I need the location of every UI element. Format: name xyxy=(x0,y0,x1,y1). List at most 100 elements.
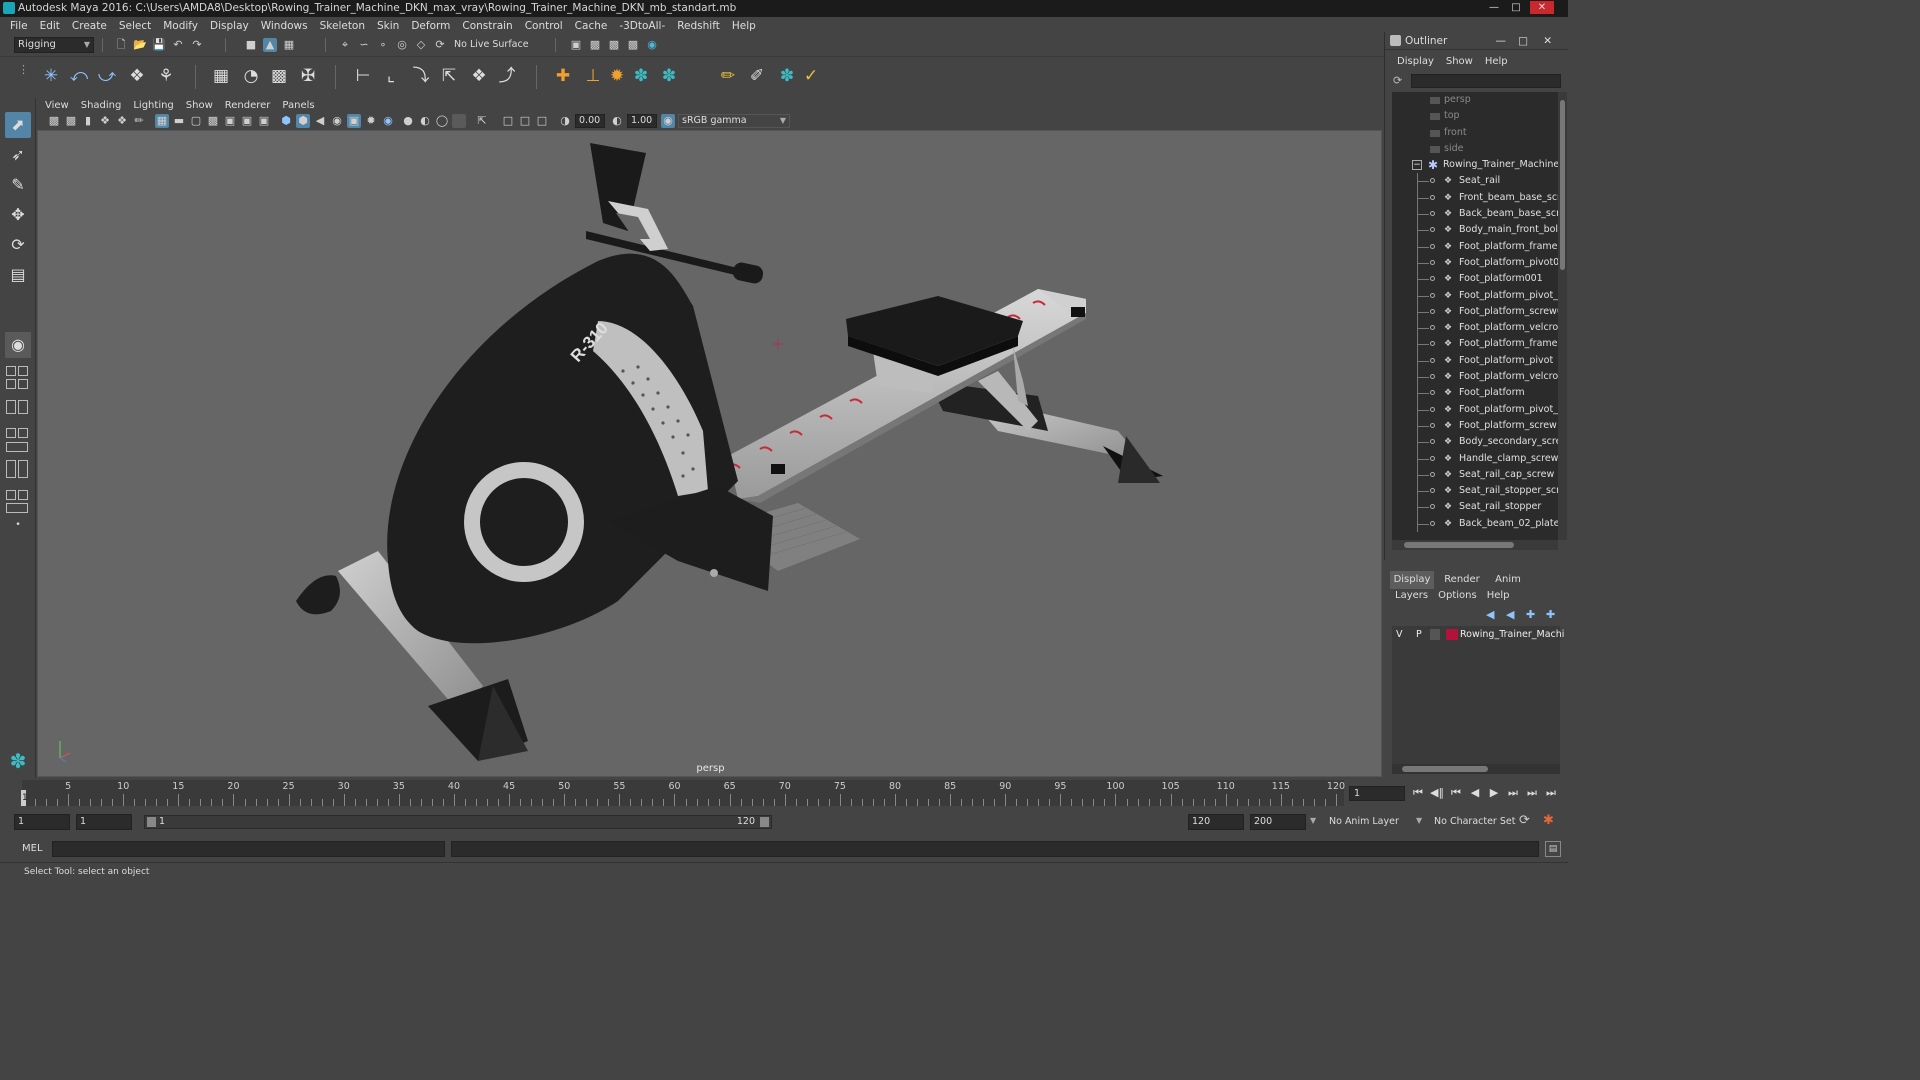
persp-outliner-icon[interactable] xyxy=(6,428,30,440)
scroll-thumb[interactable] xyxy=(1402,766,1488,772)
layer-playback-toggle[interactable]: P xyxy=(1416,626,1422,643)
viewport-scene[interactable]: R-310 xyxy=(38,131,1382,777)
create-joint-icon[interactable]: ⊥ xyxy=(582,65,604,87)
outliner-item-mesh[interactable]: ❖ Foot_platform_frame00 xyxy=(1392,238,1558,255)
pole-vector-icon[interactable]: ⤴ xyxy=(496,65,518,87)
panel-menu-lighting[interactable]: Lighting xyxy=(127,98,179,113)
step-forward-frame-icon[interactable]: ⏭ xyxy=(1524,785,1540,801)
new-layer-selected-icon[interactable]: ✚ xyxy=(1546,608,1555,621)
maximize-icon[interactable]: □ xyxy=(1506,1,1526,14)
menu-create[interactable]: Create xyxy=(66,17,113,35)
paint-weights-icon[interactable]: ◔ xyxy=(240,65,262,87)
rear-stand[interactable] xyxy=(928,381,1163,483)
layer-horizontal-scrollbar[interactable] xyxy=(1392,764,1560,774)
menu-deform[interactable]: Deform xyxy=(405,17,456,35)
side-by-side-icon[interactable] xyxy=(6,400,30,416)
minimize-icon[interactable]: — xyxy=(1496,32,1507,50)
depth-of-field-icon[interactable]: ◯ xyxy=(435,114,449,128)
outliner-item-group[interactable]: − ✱ Rowing_Trainer_Machine_D xyxy=(1392,157,1558,173)
use-all-lights-icon[interactable]: ▣ xyxy=(347,114,361,128)
character-set-dropdown[interactable]: No Character Set xyxy=(1434,816,1515,827)
time-ruler[interactable]: 5 10 15 20 25 30 35 40 45 50 55 60 65 70 75 80 85 90 95 100… xyxy=(22,780,1345,806)
snap-point-icon[interactable]: ∘ xyxy=(376,38,390,52)
chevron-down-icon[interactable]: ▼ xyxy=(1416,816,1422,825)
panel-menu-renderer[interactable]: Renderer xyxy=(219,98,277,113)
start-time-field[interactable]: 1 xyxy=(14,814,70,830)
close-icon[interactable]: ✕ xyxy=(1530,1,1554,14)
stacked-view-icon[interactable] xyxy=(6,460,30,480)
undo-icon[interactable]: ↶ xyxy=(171,38,185,52)
range-bar[interactable]: 1 120 xyxy=(144,815,772,829)
tab-display[interactable]: Display xyxy=(1390,571,1434,589)
gamma-icon[interactable]: ◐ xyxy=(610,114,624,128)
perspective-viewport[interactable]: R-310 persp xyxy=(37,130,1382,777)
scale-tool-icon[interactable]: ▤ xyxy=(5,262,31,288)
move-layer-down-icon[interactable]: ◀ xyxy=(1506,608,1514,621)
mirror-joint-icon[interactable]: ❖ xyxy=(126,65,148,87)
live-surface-label[interactable]: No Live Surface xyxy=(454,39,529,50)
outliner-item-mesh[interactable]: ❖ Foot_platform_pivot xyxy=(1392,352,1558,370)
camera-attributes-icon[interactable]: ▩ xyxy=(64,114,78,128)
outliner-item-side[interactable]: side xyxy=(1392,141,1558,157)
outliner-item-mesh[interactable]: ❖ Foot_platform001 xyxy=(1392,271,1558,288)
motion-blur-icon[interactable]: ● xyxy=(401,114,415,128)
menu-file[interactable]: File xyxy=(4,17,34,35)
snap-grid-icon[interactable]: ⌖ xyxy=(338,38,352,52)
outliner-item-mesh[interactable]: ❖ Foot_platform_velcro xyxy=(1392,369,1558,386)
layer-display-type[interactable] xyxy=(1430,629,1440,640)
screen-space-ao-icon[interactable]: ◉ xyxy=(381,114,395,128)
render-frame-icon[interactable]: ▩ xyxy=(588,38,602,52)
wireframe-icon[interactable]: ⬢ xyxy=(279,114,293,128)
snap-curve-icon[interactable]: ∽ xyxy=(357,38,371,52)
rotate-tool-icon[interactable]: ⟳ xyxy=(5,232,31,258)
collapse-icon[interactable]: − xyxy=(1412,160,1422,171)
cluster-icon[interactable]: ✠ xyxy=(297,65,319,87)
command-language-label[interactable]: MEL xyxy=(22,843,43,854)
outliner-item-persp[interactable]: persp xyxy=(1392,92,1558,108)
end-time-field[interactable]: 200 xyxy=(1250,814,1306,830)
safe-action-icon[interactable]: ▣ xyxy=(240,114,254,128)
outliner-item-top[interactable]: top xyxy=(1392,108,1558,124)
animation-preferences-icon[interactable]: ✱ xyxy=(1543,813,1554,828)
flywheel-housing[interactable]: R-310 xyxy=(387,253,738,644)
menu-3dtoall[interactable]: -3DtoAll- xyxy=(613,17,671,35)
chevron-down-icon[interactable]: ▼ xyxy=(1310,816,1316,825)
maya-logo-c-icon[interactable]: ✽ xyxy=(776,65,798,87)
outliner-menu-display[interactable]: Display xyxy=(1391,54,1440,70)
menu-display[interactable]: Display xyxy=(204,17,255,35)
layer-menu-help[interactable]: Help xyxy=(1482,590,1515,601)
menu-skin[interactable]: Skin xyxy=(371,17,405,35)
new-scene-icon[interactable]: 🗋 xyxy=(114,38,128,52)
outliner-item-mesh[interactable]: ❖ Body_secondary_screw xyxy=(1392,434,1558,451)
layer-visibility-toggle[interactable]: V xyxy=(1396,626,1403,643)
outliner-item-mesh[interactable]: ❖ Back_beam_02_plate_sc xyxy=(1392,515,1558,533)
open-scene-icon[interactable]: 📂 xyxy=(133,38,147,52)
menu-help[interactable]: Help xyxy=(726,17,762,35)
save-scene-icon[interactable]: 💾 xyxy=(152,38,166,52)
ik-spline-icon[interactable]: ⤻ xyxy=(96,65,118,87)
current-frame-field[interactable]: 1 xyxy=(1349,786,1405,801)
outliner-item-mesh[interactable]: ❖ Seat_rail_stopper xyxy=(1392,499,1558,516)
new-layer-icon[interactable]: ✚ xyxy=(1526,608,1535,621)
menuset-dropdown[interactable]: Rigging ▼ xyxy=(14,37,94,53)
orient-constraint-icon[interactable]: ⤵ xyxy=(410,65,432,87)
outliner-horizontal-scrollbar[interactable] xyxy=(1392,540,1558,550)
scale-constraint-icon[interactable]: ⇱ xyxy=(438,65,460,87)
outliner-vertical-scrollbar[interactable] xyxy=(1558,92,1567,540)
tab-anim[interactable]: Anim xyxy=(1488,571,1528,589)
hik-icon[interactable]: ✹ xyxy=(606,65,628,87)
playback-end-field[interactable]: 120 xyxy=(1188,814,1244,830)
layer-menu-layers[interactable]: Layers xyxy=(1390,590,1433,601)
snap-live-icon[interactable]: ⟳ xyxy=(433,38,447,52)
aim-constraint-icon[interactable]: ❖ xyxy=(468,65,490,87)
grease-pencil-icon[interactable]: ✏ xyxy=(132,114,146,128)
film-gate-icon[interactable]: ▬ xyxy=(172,114,186,128)
outliner-item-mesh[interactable]: ❖ Seat_rail xyxy=(1392,173,1558,190)
layer-menu-options[interactable]: Options xyxy=(1433,590,1482,601)
minimize-icon[interactable]: — xyxy=(1484,1,1504,14)
resolution-gate-icon[interactable]: ▢ xyxy=(189,114,203,128)
auto-key-icon[interactable]: ⟳ xyxy=(1519,813,1530,828)
close-icon[interactable]: ✕ xyxy=(1543,32,1552,50)
maya-logo-a-icon[interactable]: ✽ xyxy=(630,65,652,87)
menu-control[interactable]: Control xyxy=(519,17,569,35)
